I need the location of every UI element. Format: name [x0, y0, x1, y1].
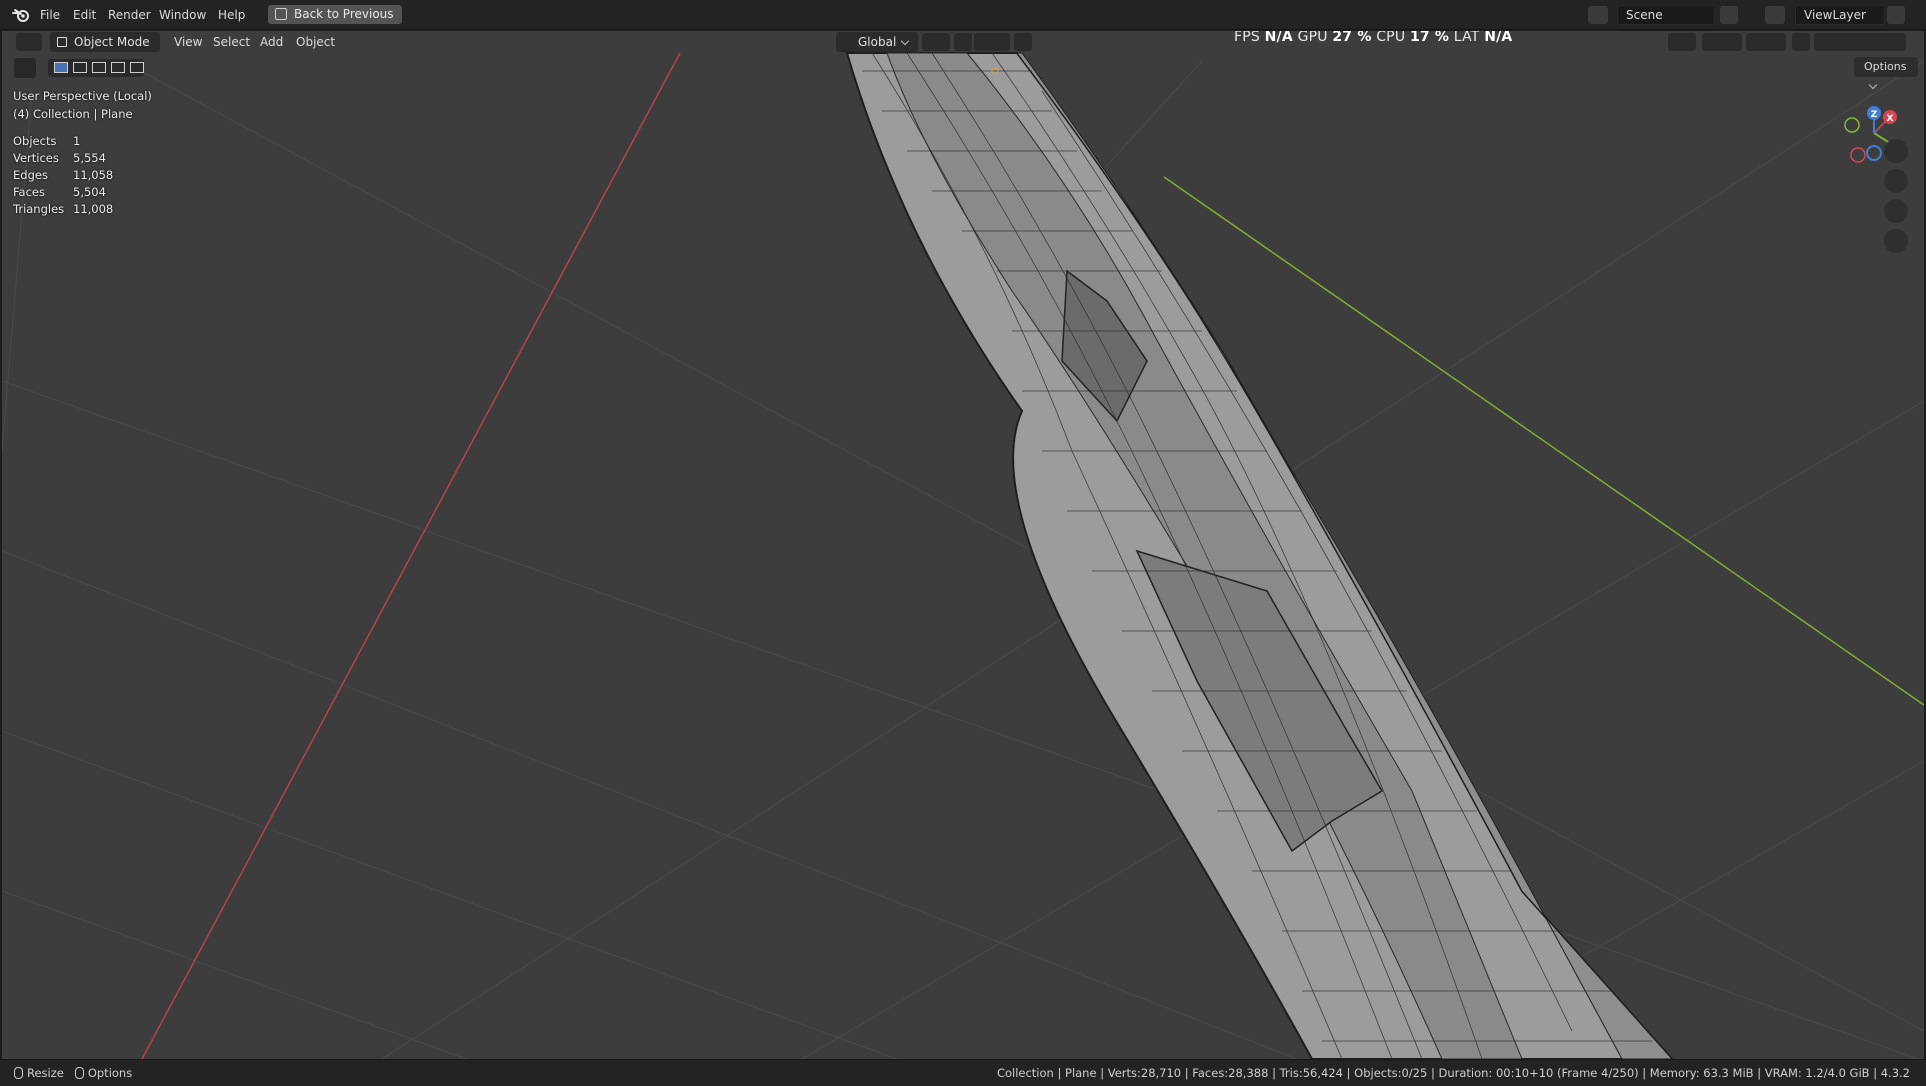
- 3d-viewport[interactable]: Object Mode View Select Add Object Globa…: [2, 31, 1924, 1059]
- menu-help[interactable]: Help: [218, 8, 245, 22]
- fps-value: N/A: [1264, 31, 1293, 45]
- x-axis-label: X: [1887, 114, 1894, 124]
- menu-window[interactable]: Window: [159, 8, 206, 22]
- back-to-previous-label: Back to Previous: [294, 7, 394, 21]
- gpu-value: 27 %: [1332, 31, 1372, 45]
- scene-name: Scene: [1626, 8, 1663, 22]
- select-new-icon[interactable]: [54, 62, 68, 73]
- shading-mode-icon[interactable]: [1814, 33, 1906, 51]
- scene-statistics: Collection | Plane | Verts:28,710 | Face…: [996, 1066, 1910, 1080]
- select-box-tool-icon[interactable]: [14, 58, 36, 78]
- cpu-label: CPU: [1376, 31, 1406, 45]
- scene-field[interactable]: Scene: [1617, 5, 1715, 25]
- zoom-icon[interactable]: [1884, 139, 1908, 163]
- pan-hand-icon[interactable]: [1884, 169, 1908, 193]
- stat-objects-value: 1: [73, 134, 81, 148]
- select-invert-icon[interactable]: [111, 62, 125, 73]
- neg-y-axis-icon[interactable]: [1844, 117, 1860, 133]
- chevron-down-icon: [1868, 80, 1878, 90]
- neg-x-axis-icon[interactable]: [1850, 147, 1866, 163]
- ortho-grid-icon[interactable]: [1884, 229, 1908, 253]
- viewport-scene: [2, 52, 1924, 1059]
- top-bar: File Edit Render Window Help Back to Pre…: [0, 0, 1926, 30]
- selection-mode-group[interactable]: [48, 59, 144, 77]
- transform-orientation-label: Global: [858, 35, 897, 49]
- stat-vertices-label: Vertices: [13, 151, 59, 165]
- snap-toggle-icon[interactable]: [954, 33, 972, 51]
- options-button[interactable]: Options: [1854, 57, 1918, 90]
- view-layer-browse-icon[interactable]: [1765, 6, 1785, 24]
- menu-view[interactable]: View: [174, 35, 202, 49]
- camera-view-icon[interactable]: [1884, 199, 1908, 223]
- mode-label: Object Mode: [74, 35, 150, 49]
- mode-dropdown[interactable]: Object Mode: [50, 32, 160, 66]
- xray-toggle-icon[interactable]: [1792, 33, 1810, 51]
- stat-edges-label: Edges: [13, 168, 48, 182]
- proportional-edit-icon[interactable]: [1014, 33, 1032, 51]
- resize-hint: Resize: [27, 1066, 64, 1080]
- blender-logo-icon[interactable]: [12, 8, 30, 22]
- select-extend-icon[interactable]: [73, 62, 87, 73]
- performance-stats: FPS N/A GPU 27 % CPU 17 % LAT N/A: [1234, 31, 1512, 45]
- view-layer-name: ViewLayer: [1804, 8, 1866, 22]
- mouse-left-icon: [14, 1067, 23, 1079]
- view-name: User Perspective (Local): [13, 89, 152, 103]
- object-mode-icon: [57, 37, 67, 47]
- snap-target-icon[interactable]: [974, 33, 1010, 51]
- transform-orientation-dropdown[interactable]: Global: [836, 32, 918, 52]
- cpu-value: 17 %: [1409, 31, 1450, 45]
- stat-edges-value: 11,058: [73, 168, 114, 182]
- editor-type-icon[interactable]: [16, 33, 42, 51]
- neg-z-axis-icon[interactable]: [1866, 145, 1882, 161]
- stat-vertices-value: 5,554: [73, 151, 106, 165]
- stat-objects-label: Objects: [13, 134, 57, 148]
- lat-label: LAT: [1453, 31, 1480, 45]
- select-subtract-icon[interactable]: [92, 62, 106, 73]
- options-label: Options: [1864, 60, 1907, 73]
- menu-render[interactable]: Render: [108, 8, 151, 22]
- back-to-previous-button[interactable]: Back to Previous: [268, 5, 402, 24]
- new-view-layer-icon[interactable]: [1887, 6, 1905, 24]
- visibility-icon[interactable]: [1668, 33, 1696, 51]
- menu-file[interactable]: File: [40, 8, 60, 22]
- new-scene-icon[interactable]: [1720, 6, 1738, 24]
- menu-object[interactable]: Object: [296, 35, 335, 49]
- delete-scene-icon[interactable]: [1741, 6, 1755, 24]
- view-layer-field[interactable]: ViewLayer: [1795, 5, 1885, 25]
- mouse-right-icon: [74, 1067, 84, 1079]
- pivot-point-icon[interactable]: [922, 33, 950, 51]
- gizmo-toggle-icon[interactable]: [1702, 33, 1742, 51]
- menu-add[interactable]: Add: [260, 35, 283, 49]
- status-hints: Resize Options: [14, 1066, 132, 1080]
- collection-label: (4) Collection | Plane: [13, 107, 133, 121]
- menu-select[interactable]: Select: [213, 35, 250, 49]
- gpu-label: GPU: [1297, 31, 1328, 45]
- x-axis-line: [141, 52, 681, 1059]
- stat-triangles-value: 11,008: [73, 202, 114, 216]
- status-bar: Resize Options Collection | Plane | Vert…: [0, 1059, 1926, 1086]
- scene-browse-icon[interactable]: [1588, 6, 1608, 24]
- mesh-plane[interactable]: [845, 52, 1674, 1059]
- stat-triangles-label: Triangles: [13, 202, 65, 216]
- overlay-toggle-icon[interactable]: [1746, 33, 1786, 51]
- stat-faces-value: 5,504: [73, 185, 106, 199]
- z-axis-label: Z: [1871, 110, 1878, 120]
- select-intersect-icon[interactable]: [130, 62, 144, 73]
- options-hint: Options: [87, 1066, 133, 1080]
- menu-edit[interactable]: Edit: [73, 8, 96, 22]
- viewport-header: Object Mode View Select Add Object Globa…: [2, 31, 1924, 66]
- stat-faces-label: Faces: [13, 185, 45, 199]
- fps-label: FPS: [1234, 31, 1260, 45]
- lat-value: N/A: [1484, 31, 1513, 45]
- chevron-down-icon: [901, 36, 910, 46]
- back-icon: [275, 8, 287, 20]
